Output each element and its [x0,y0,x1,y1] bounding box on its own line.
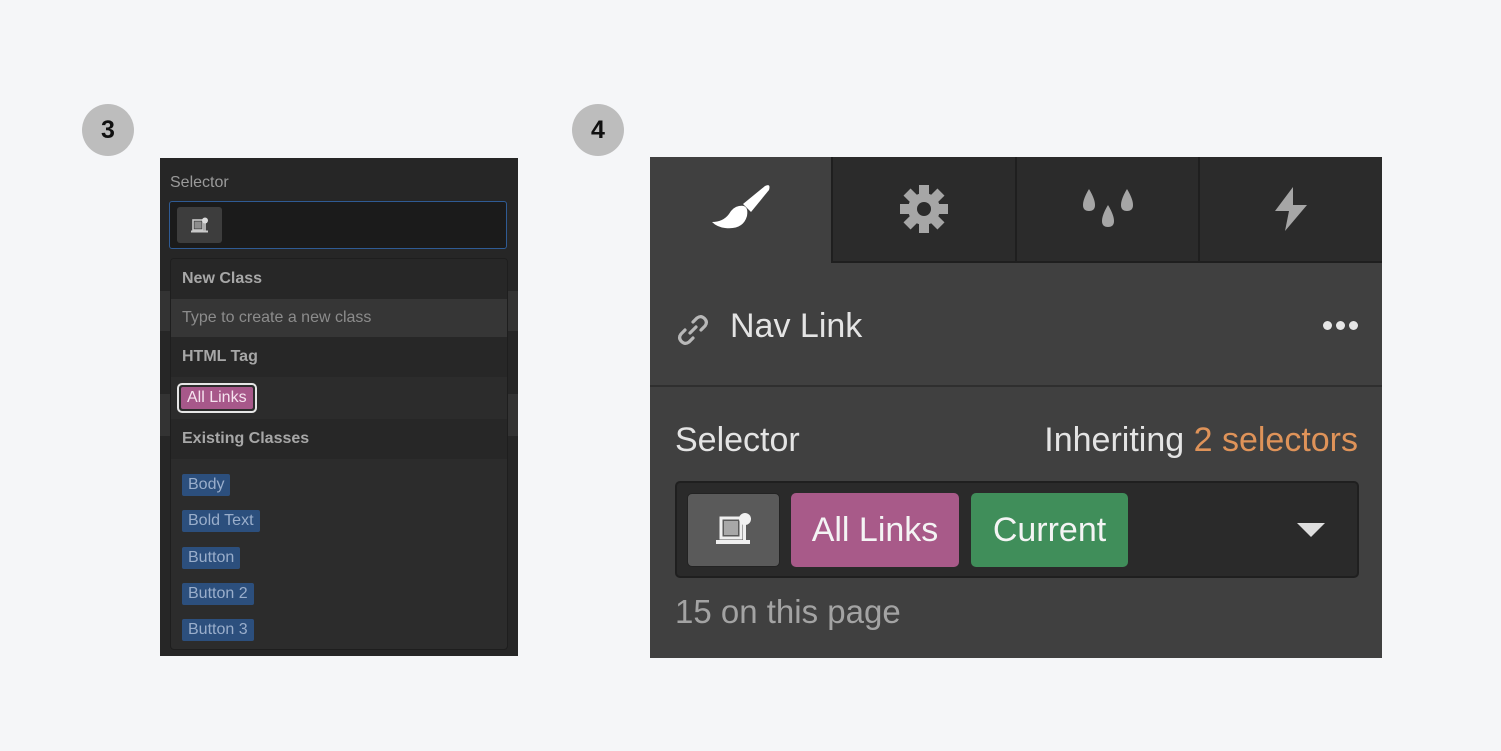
list-item[interactable]: Button 3 [171,612,507,648]
tab-style-manager[interactable] [1015,157,1198,263]
selected-element-header: Nav Link [650,265,1382,387]
inheriting-selectors-info: Inheriting 2 selectors [1044,421,1358,460]
element-tag-icon [715,513,751,544]
element-name: Nav Link [730,307,863,345]
class-tag-button[interactable]: Button [182,546,241,569]
inheriting-prefix: Inheriting [1044,421,1185,459]
list-item[interactable]: Button [171,540,507,576]
selector-label: Selector [170,174,229,191]
section-header-existing-classes: Existing Classes [171,419,507,459]
list-item[interactable]: Body [171,467,507,503]
class-tag-button-3[interactable]: Button 3 [182,619,254,642]
tab-style[interactable] [650,157,831,263]
class-tag-button-2[interactable]: Button 2 [182,583,254,606]
section-header-html-tag: HTML Tag [171,337,507,377]
html-tag-option-all-links[interactable]: All Links [171,377,507,419]
element-tag-icon [190,217,208,232]
list-item[interactable]: Button 2 [171,576,507,612]
step-number-badge: 4 [572,104,624,156]
link-icon [678,315,708,345]
highlighted-option-outline: All Links [177,383,257,413]
style-panel: Nav Link Selector Inheriting 2 selectors… [650,157,1382,658]
class-tag-bold-text[interactable]: Bold Text [182,510,260,533]
selector-field[interactable]: All Links Current [675,481,1359,578]
selector-input[interactable] [169,201,507,249]
element-tag-button[interactable] [687,493,780,567]
element-tag-button[interactable] [177,207,222,243]
section-header-new-class: New Class [171,259,507,299]
panel-tab-bar [650,157,1382,265]
droplets-icon [1082,189,1133,227]
ellipsis-icon[interactable] [1323,321,1358,330]
selector-dropdown-menu: New Class Type to create a new class HTM… [170,258,508,650]
selector-tag-current[interactable]: Current [971,493,1128,567]
tab-settings[interactable] [831,157,1015,263]
tab-interactions[interactable] [1198,157,1382,263]
paintbrush-icon [711,185,769,229]
step-number-badge: 3 [82,104,134,156]
list-item[interactable]: Bold Text [171,503,507,539]
caret-down-icon[interactable] [1297,523,1325,537]
tag-all-links[interactable]: All Links [181,387,253,409]
existing-classes-list: Body Bold Text Button Button 2 Button 3 [171,459,507,648]
selector-panel-dropdown-open: Selector New Class Type to create a new … [160,158,518,656]
inheriting-count-link[interactable]: 2 selectors [1194,421,1358,459]
new-class-option[interactable]: Type to create a new class [171,299,507,337]
gear-icon [900,185,948,233]
selector-tag-all-links[interactable]: All Links [791,493,959,567]
lightning-icon [1275,187,1307,231]
selector-label: Selector [675,421,800,459]
usage-count: 15 on this page [675,593,901,630]
class-tag-body[interactable]: Body [182,474,231,497]
